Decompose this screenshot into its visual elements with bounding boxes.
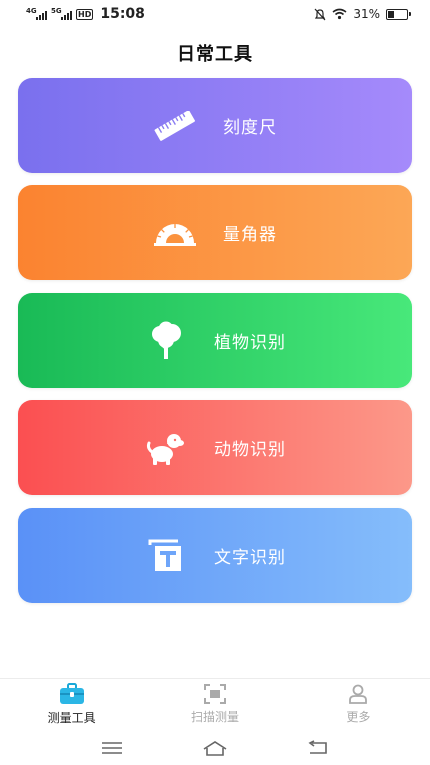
toolbox-icon	[59, 683, 84, 704]
tool-label-ruler: 刻度尺	[223, 118, 277, 138]
network-type-4g: 4G	[26, 6, 37, 15]
signal-5g-icon: 5G	[51, 6, 72, 20]
page-title: 日常工具	[177, 44, 253, 65]
network-type-5g: 5G	[51, 6, 62, 15]
dog-icon	[144, 426, 188, 470]
tab-label-measure-tools: 测量工具	[47, 711, 96, 725]
tool-card-ruler[interactable]: 刻度尺	[18, 78, 412, 173]
tool-card-text[interactable]: 文字识别	[18, 508, 412, 603]
tab-scan-measure[interactable]: 扫描测量	[143, 679, 286, 730]
tool-card-plant[interactable]: 植物识别	[18, 293, 412, 388]
ruler-icon	[153, 104, 197, 148]
wifi-icon	[332, 8, 347, 20]
signal-4g-icon: 4G	[26, 6, 47, 20]
scan-icon	[203, 684, 226, 704]
bottom-tab-bar: 测量工具 扫描测量 更多	[0, 678, 430, 730]
battery-icon	[386, 8, 411, 20]
tool-label-protractor: 量角器	[223, 225, 277, 245]
tool-card-animal[interactable]: 动物识别	[18, 400, 412, 495]
tab-label-more: 更多	[346, 710, 371, 724]
tool-label-text: 文字识别	[214, 548, 286, 568]
status-time: 15:08	[100, 6, 145, 22]
battery-percent: 31%	[353, 7, 380, 21]
hd-badge: HD	[76, 8, 94, 20]
back-icon[interactable]	[298, 733, 338, 763]
tool-label-plant: 植物识别	[214, 333, 286, 353]
status-left: 4G 5G HD 15:08	[26, 6, 145, 22]
status-right: 31%	[314, 7, 411, 21]
status-bar: 4G 5G HD 15:08 31%	[0, 0, 430, 28]
tool-label-animal: 动物识别	[214, 440, 286, 460]
tab-label-scan-measure: 扫描测量	[190, 710, 239, 724]
user-icon	[349, 684, 368, 704]
text-recognition-icon	[144, 534, 188, 578]
system-nav-bar	[0, 730, 430, 765]
protractor-icon	[153, 211, 197, 255]
home-icon[interactable]	[195, 733, 235, 763]
tool-card-protractor[interactable]: 量角器	[18, 185, 412, 280]
tab-more[interactable]: 更多	[287, 679, 430, 730]
menu-icon[interactable]	[92, 733, 132, 763]
tab-measure-tools[interactable]: 测量工具	[0, 679, 143, 730]
mute-icon	[314, 8, 326, 20]
tree-icon	[144, 319, 188, 363]
